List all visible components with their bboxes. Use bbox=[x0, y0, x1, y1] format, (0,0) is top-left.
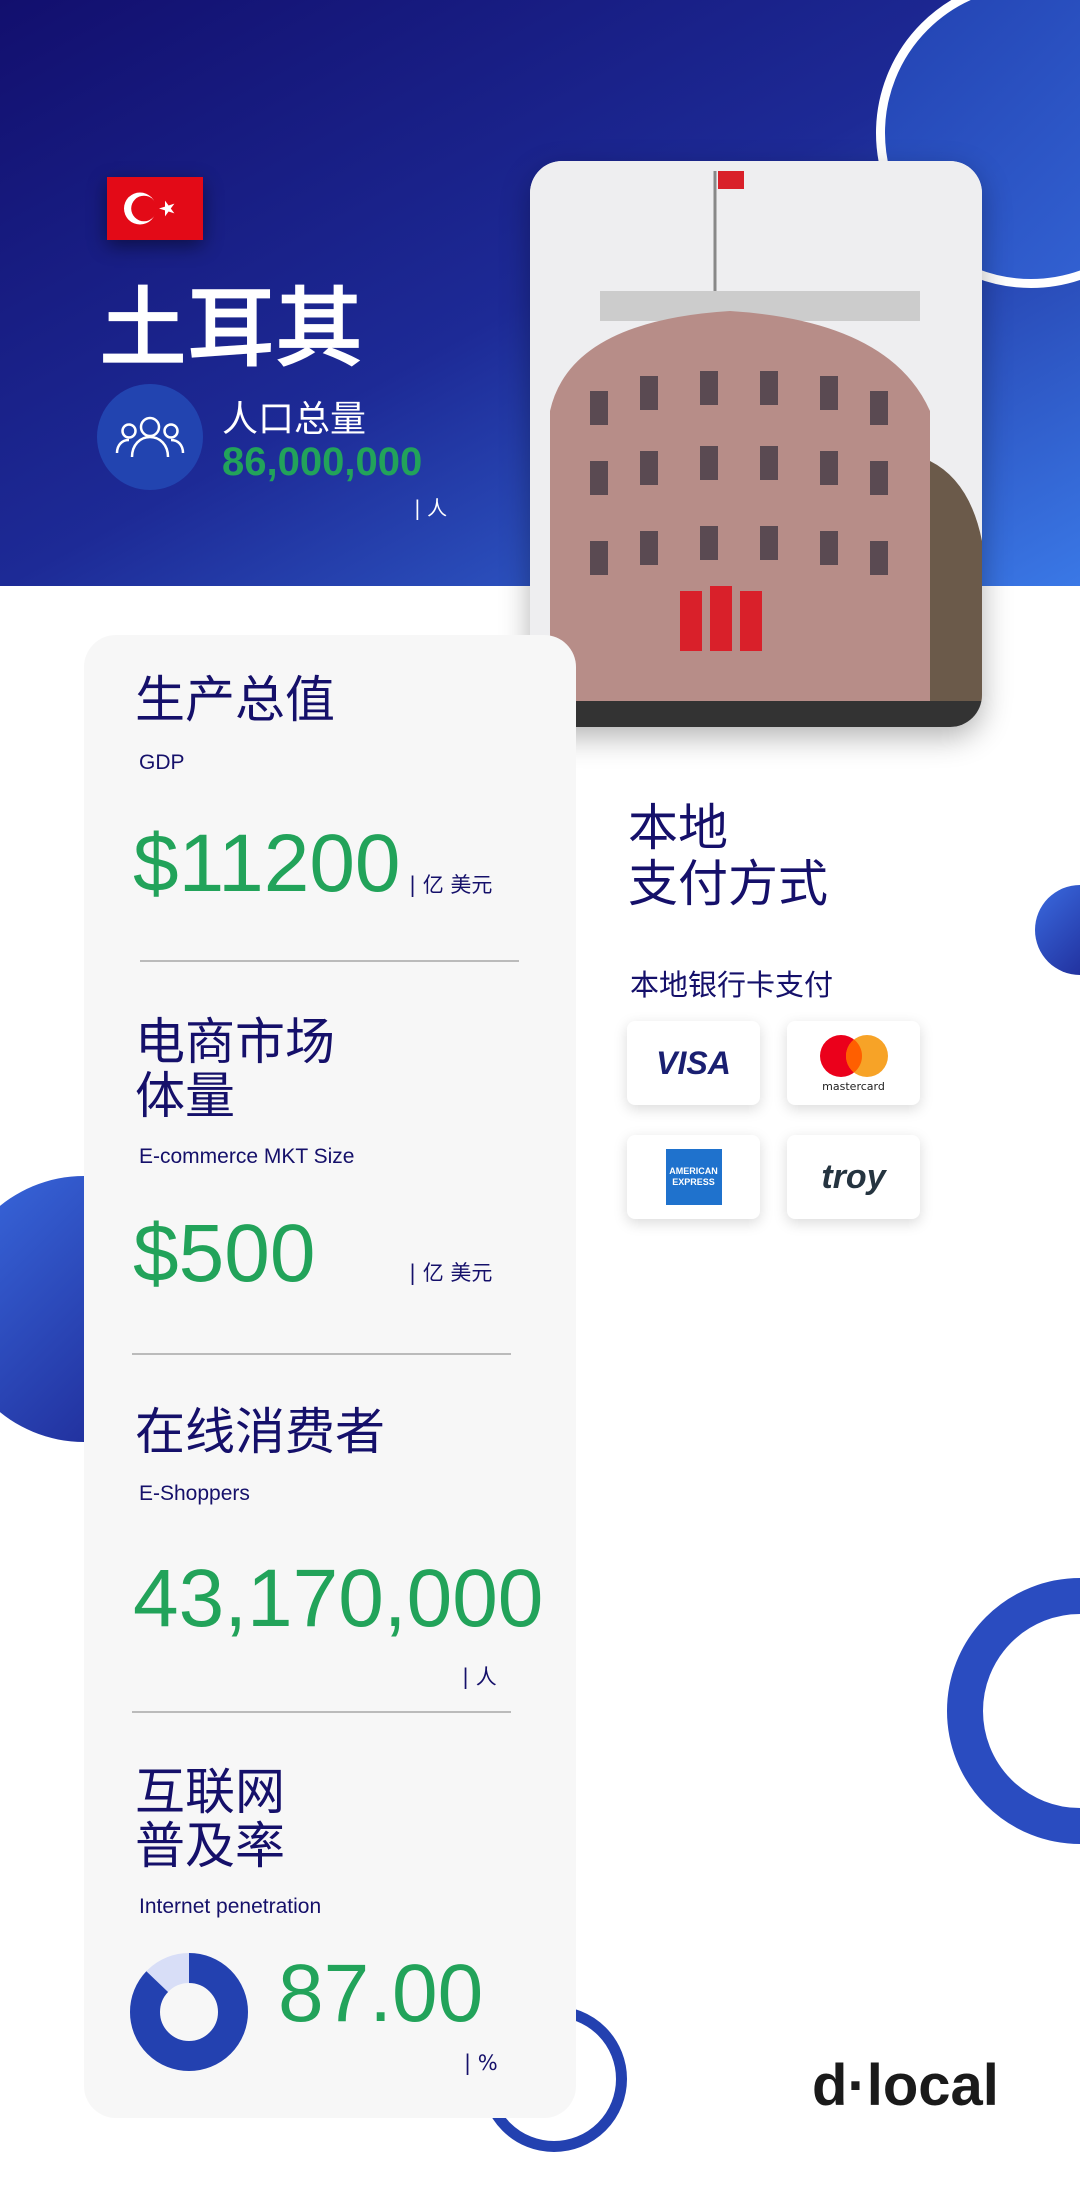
internet-subtitle: Internet penetration bbox=[139, 1895, 322, 1918]
turkey-flag-icon bbox=[107, 177, 203, 240]
eshoppers-title: 在线消费者 bbox=[135, 1403, 385, 1461]
payments-title: 本地 支付方式 bbox=[628, 799, 828, 913]
internet-title: 互联网 普及率 bbox=[135, 1763, 285, 1875]
ecommerce-value: $500 bbox=[133, 1208, 316, 1299]
troy-card: troy bbox=[787, 1135, 920, 1219]
divider bbox=[140, 960, 519, 962]
visa-card: VISA bbox=[627, 1021, 760, 1105]
country-title: 土耳其 bbox=[100, 279, 364, 379]
visa-logo: VISA bbox=[656, 1044, 731, 1081]
eshoppers-subtitle: E-Shoppers bbox=[139, 1482, 250, 1505]
internet-unit: | % bbox=[464, 2051, 498, 2075]
amex-card: AMERICAN EXPRESS bbox=[627, 1135, 760, 1219]
mastercard-logo-icon bbox=[819, 1034, 888, 1077]
payments-subtitle: 本地银行卡支付 bbox=[630, 968, 834, 1002]
amex-label: AMERICAN EXPRESS bbox=[669, 1166, 718, 1187]
ecommerce-subtitle: E-commerce MKT Size bbox=[139, 1145, 355, 1168]
dlocal-logo: d·local bbox=[812, 2053, 999, 2118]
population-unit: | 人 bbox=[414, 496, 448, 520]
mastercard-label: mastercard bbox=[822, 1079, 885, 1093]
population-label: 人口总量 bbox=[222, 399, 367, 440]
eshoppers-unit: | 人 bbox=[462, 1665, 497, 1689]
troy-logo: troy bbox=[821, 1157, 886, 1196]
internet-value: 87.00 bbox=[278, 1948, 484, 2039]
stats-card: 生产总值 GDP $11200 | 亿 美元 电商市场 体量 E-commerc… bbox=[84, 635, 576, 2118]
population-value: 86,000,000 bbox=[222, 440, 423, 484]
gdp-title: 生产总值 bbox=[135, 671, 335, 729]
amex-logo-icon: AMERICAN EXPRESS bbox=[665, 1149, 722, 1205]
ecommerce-title: 电商市场 体量 bbox=[135, 1013, 335, 1125]
divider bbox=[132, 1711, 511, 1713]
divider bbox=[132, 1353, 511, 1355]
penetration-donut bbox=[130, 1953, 248, 2071]
ecommerce-unit: | 亿 美元 bbox=[409, 1261, 493, 1285]
gdp-unit: | 亿 美元 bbox=[409, 873, 493, 897]
building-photo bbox=[530, 161, 982, 727]
eshoppers-value: 43,170,000 bbox=[133, 1553, 544, 1644]
gdp-subtitle: GDP bbox=[139, 751, 185, 774]
gdp-value: $11200 bbox=[133, 818, 401, 909]
people-icon bbox=[97, 384, 203, 490]
mastercard-card: mastercard bbox=[787, 1021, 920, 1105]
